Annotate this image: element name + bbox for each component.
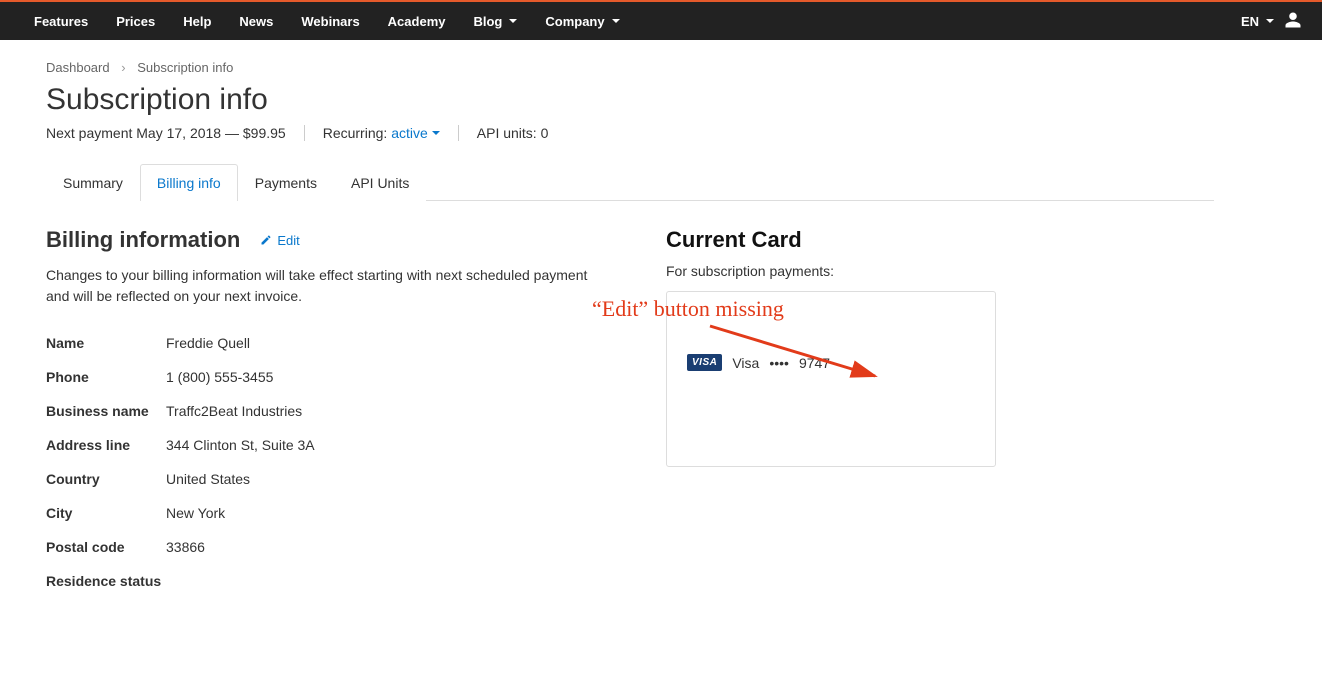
nav-webinars[interactable]: Webinars: [287, 3, 373, 40]
value-address-line: 344 Clinton St, Suite 3A: [166, 437, 606, 453]
recurring-status-dropdown[interactable]: active: [391, 125, 440, 141]
nav-help[interactable]: Help: [169, 3, 225, 40]
tabs: Summary Billing info Payments API Units: [46, 163, 1214, 201]
pencil-icon: [260, 234, 272, 246]
value-country: United States: [166, 471, 606, 487]
card-box: VISA Visa •••• 9747: [666, 291, 996, 467]
language-selector[interactable]: EN: [1241, 14, 1274, 29]
tab-api-units[interactable]: API Units: [334, 164, 426, 201]
tab-summary[interactable]: Summary: [46, 164, 140, 201]
label-postal-code: Postal code: [46, 539, 166, 555]
value-city: New York: [166, 505, 606, 521]
nav-blog[interactable]: Blog: [459, 3, 531, 40]
edit-billing-button[interactable]: Edit: [260, 233, 299, 248]
subscription-summary-line: Next payment May 17, 2018 — $99.95 Recur…: [46, 125, 1214, 141]
nav-company[interactable]: Company: [531, 3, 633, 40]
current-card-subtext: For subscription payments:: [666, 263, 996, 279]
value-residence-status: [166, 573, 606, 589]
divider: [458, 125, 459, 141]
chevron-down-icon: [509, 19, 517, 23]
card-last4: 9747: [799, 355, 830, 371]
billing-info-heading: Billing information: [46, 227, 240, 253]
value-postal-code: 33866: [166, 539, 606, 555]
card-row: VISA Visa •••• 9747: [687, 354, 830, 371]
value-phone: 1 (800) 555-3455: [166, 369, 606, 385]
nav-news[interactable]: News: [225, 3, 287, 40]
label-residence-status: Residence status: [46, 573, 166, 589]
current-card-section: Current Card For subscription payments: …: [666, 227, 996, 467]
value-name: Freddie Quell: [166, 335, 606, 351]
tab-payments[interactable]: Payments: [238, 164, 334, 201]
divider: [304, 125, 305, 141]
chevron-down-icon: [612, 19, 620, 23]
value-business-name: Traffc2Beat Industries: [166, 403, 606, 419]
breadcrumb-current: Subscription info: [137, 60, 233, 75]
card-brand: Visa: [732, 355, 759, 371]
billing-fields: Name Freddie Quell Phone 1 (800) 555-345…: [46, 335, 606, 589]
billing-info-section: Billing information Edit Changes to your…: [46, 227, 606, 589]
topnav: Features Prices Help News Webinars Acade…: [20, 3, 634, 40]
label-name: Name: [46, 335, 166, 351]
breadcrumb-dashboard[interactable]: Dashboard: [46, 60, 110, 75]
label-phone: Phone: [46, 369, 166, 385]
recurring-block: Recurring: active: [323, 125, 440, 141]
label-city: City: [46, 505, 166, 521]
label-business-name: Business name: [46, 403, 166, 419]
billing-info-description: Changes to your billing information will…: [46, 265, 606, 307]
nav-academy[interactable]: Academy: [374, 3, 460, 40]
label-address-line: Address line: [46, 437, 166, 453]
top-navbar: Features Prices Help News Webinars Acade…: [0, 0, 1322, 40]
user-menu-icon[interactable]: [1284, 11, 1302, 32]
api-units-text: API units: 0: [477, 125, 549, 141]
current-card-heading: Current Card: [666, 227, 996, 253]
next-payment-text: Next payment May 17, 2018 — $99.95: [46, 125, 286, 141]
visa-badge-icon: VISA: [687, 354, 722, 371]
chevron-down-icon: [432, 131, 440, 135]
nav-prices[interactable]: Prices: [102, 3, 169, 40]
card-mask: ••••: [769, 355, 789, 371]
breadcrumb: Dashboard › Subscription info: [46, 60, 1214, 75]
chevron-right-icon: ›: [121, 60, 125, 75]
tab-billing-info[interactable]: Billing info: [140, 164, 238, 201]
page-title: Subscription info: [46, 83, 1214, 117]
nav-features[interactable]: Features: [20, 3, 102, 40]
topnav-right: EN: [1241, 11, 1302, 32]
chevron-down-icon: [1266, 19, 1274, 23]
label-country: Country: [46, 471, 166, 487]
